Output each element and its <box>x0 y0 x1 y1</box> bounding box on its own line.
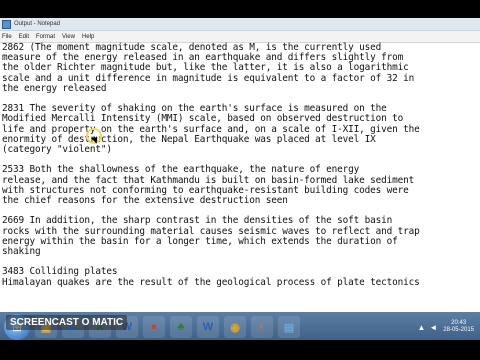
notepad-window: Output - Notepad File Edit Format View H… <box>0 18 480 340</box>
screencast-watermark: SCREENCAST O MATIC <box>6 315 128 330</box>
clock-time: 20:43 <box>451 320 467 326</box>
taskbar-notepad-icon[interactable]: ▤ <box>278 316 300 338</box>
game-icon: ♣ <box>177 321 185 333</box>
clock-date: 28-05-2015 <box>443 327 474 333</box>
menu-view[interactable]: View <box>62 34 75 40</box>
chrome-icon: ◉ <box>230 321 240 334</box>
taskbar-record-icon[interactable]: ● <box>143 316 165 338</box>
taskbar-word-icon-2[interactable]: W <box>197 316 219 338</box>
video-bottom-letterbox <box>0 340 480 360</box>
word-icon: W <box>202 321 214 333</box>
menu-file[interactable]: File <box>2 34 12 40</box>
tray-icons: ▲ ◄ <box>417 323 437 332</box>
paragraph-2669: 2669 In addition, the sharp contrast in … <box>2 215 420 258</box>
window-title: Output - Notepad <box>14 21 61 27</box>
menu-help[interactable]: Help <box>82 34 94 40</box>
clock[interactable]: 20:43 28-05-2015 <box>443 320 474 334</box>
text-editor-area[interactable]: 2862 (The moment magnitude scale, denote… <box>0 42 480 340</box>
title-bar: Output - Notepad <box>0 18 480 31</box>
notepad-app-icon <box>2 19 11 29</box>
notepad-icon: ▤ <box>283 321 295 334</box>
taskbar-game-icon[interactable]: ♣ <box>170 316 192 338</box>
taskbar-chrome-icon[interactable]: ◉ <box>224 316 246 338</box>
menu-edit[interactable]: Edit <box>19 34 29 40</box>
taskbar-firefox-icon[interactable]: ◐ <box>251 316 273 338</box>
system-tray: ▲ ◄ 20:43 28-05-2015 <box>417 320 474 334</box>
menu-format[interactable]: Format <box>36 34 55 40</box>
paragraph-2533: 2533 Both the shallowness of the earthqu… <box>2 164 415 207</box>
volume-icon[interactable]: ◄ <box>429 323 437 332</box>
network-icon[interactable]: ▲ <box>417 323 425 332</box>
video-top-letterbox <box>0 0 480 18</box>
firefox-icon: ◐ <box>258 321 266 333</box>
paragraph-2831: 2831 The severity of shaking on the eart… <box>2 103 420 156</box>
paragraph-2862: 2862 (The moment magnitude scale, denote… <box>2 42 415 94</box>
record-icon: ● <box>150 321 158 333</box>
paragraph-3483: 3483 Colliding plates Himalayan quakes a… <box>2 266 420 288</box>
